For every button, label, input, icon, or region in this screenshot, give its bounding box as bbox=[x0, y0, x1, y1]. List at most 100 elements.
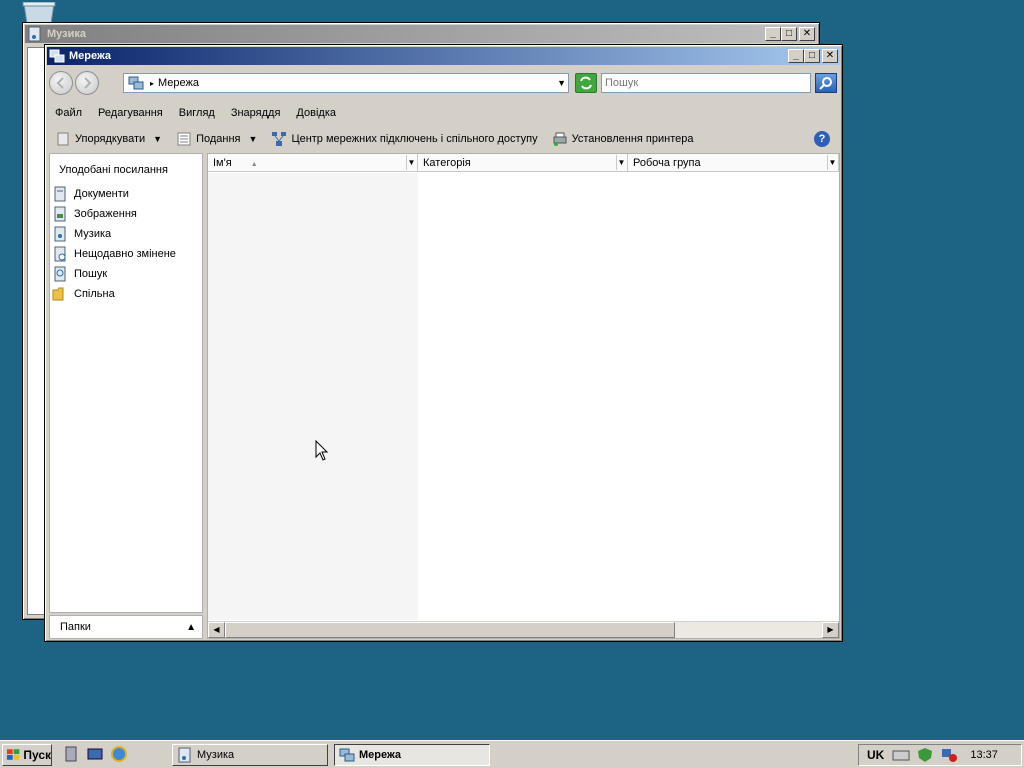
recent-icon bbox=[54, 246, 66, 262]
network-window[interactable]: Мережа _ □ ✕ ▸ Мережа ▼ Пошук Файл Редаг… bbox=[44, 44, 843, 642]
forward-button[interactable] bbox=[75, 71, 99, 95]
refresh-icon bbox=[580, 76, 592, 90]
music-maximize-button[interactable]: □ bbox=[781, 27, 797, 41]
network-minimize-button[interactable]: _ bbox=[788, 49, 804, 63]
views-icon bbox=[177, 132, 191, 146]
navigation-bar: ▸ Мережа ▼ bbox=[49, 69, 838, 97]
sidebar-item-label: Нещодавно змінене bbox=[74, 248, 176, 260]
printer-icon bbox=[553, 132, 567, 146]
column-header-workgroup[interactable]: Робоча група ▼ bbox=[628, 154, 839, 172]
sidebar-item-label: Музика bbox=[74, 228, 112, 240]
column-name-label: Ім'я bbox=[213, 157, 232, 169]
column-header-name[interactable]: Ім'я ▲ ▼ bbox=[208, 154, 418, 172]
start-button[interactable]: Пуск bbox=[2, 744, 52, 766]
column-category-label: Категорія bbox=[423, 157, 471, 169]
back-button[interactable] bbox=[49, 71, 73, 95]
views-button[interactable]: Подання ▼ bbox=[176, 131, 257, 147]
search-button[interactable] bbox=[815, 73, 837, 93]
network-disconnected-icon[interactable] bbox=[940, 747, 958, 763]
sidebar-item-pictures[interactable]: Зображення bbox=[52, 204, 176, 224]
mouse-cursor-icon bbox=[315, 440, 329, 461]
menu-help[interactable]: Довідка bbox=[296, 107, 336, 119]
horizontal-scrollbar[interactable]: ◀ ▶ bbox=[208, 621, 839, 638]
views-label: Подання bbox=[196, 133, 241, 145]
network-close-button[interactable]: ✕ bbox=[822, 49, 838, 63]
network-window-title: Мережа bbox=[69, 50, 112, 62]
command-toolbar: Упорядкувати ▼ Подання ▼ Центр мережних … bbox=[49, 127, 838, 151]
taskbar-item-network[interactable]: Мережа bbox=[334, 744, 490, 766]
address-separator-icon[interactable]: ▸ bbox=[150, 79, 154, 88]
chevron-down-icon[interactable]: ▼ bbox=[827, 155, 837, 170]
sidebar-item-search[interactable]: Пошук bbox=[52, 264, 176, 284]
sidebar-item-music[interactable]: Музика bbox=[52, 224, 176, 244]
column-workgroup-label: Робоча група bbox=[633, 157, 701, 169]
system-tray: UK 13:37 bbox=[858, 744, 1022, 766]
help-icon[interactable]: ? bbox=[814, 131, 830, 147]
chevron-down-icon[interactable]: ▼ bbox=[616, 155, 626, 170]
music-window-title: Музика bbox=[47, 28, 86, 40]
network-icon bbox=[339, 748, 355, 762]
address-dropdown-icon[interactable]: ▼ bbox=[557, 78, 566, 88]
chevron-down-icon[interactable]: ▼ bbox=[406, 155, 416, 170]
forward-arrow-icon bbox=[84, 77, 92, 89]
language-indicator[interactable]: UK bbox=[867, 748, 884, 762]
network-icon bbox=[128, 76, 144, 90]
organize-label: Упорядкувати bbox=[75, 133, 146, 145]
menu-edit[interactable]: Редагування bbox=[98, 107, 163, 119]
quick-launch bbox=[62, 745, 128, 763]
network-center-button[interactable]: Центр мережних підключень і спільного до… bbox=[271, 131, 538, 147]
chevron-up-icon: ▲ bbox=[186, 622, 196, 633]
add-printer-button[interactable]: Установлення принтера bbox=[552, 131, 694, 147]
scrollbar-thumb[interactable] bbox=[225, 622, 675, 638]
sidebar-item-label: Пошук bbox=[74, 268, 108, 280]
navigation-pane: Уподобані посилання Документи Зображення… bbox=[49, 153, 203, 613]
music-close-button[interactable]: ✕ bbox=[799, 27, 815, 41]
address-bar[interactable]: ▸ Мережа ▼ bbox=[123, 73, 569, 93]
sorted-column-highlight bbox=[208, 173, 418, 620]
start-label: Пуск bbox=[23, 748, 51, 762]
add-printer-label: Установлення принтера bbox=[571, 133, 694, 145]
recycle-bin-icon[interactable] bbox=[20, 2, 58, 24]
taskbar: Пуск Музика Мережа UK 13:37 bbox=[0, 740, 1024, 768]
music-minimize-button[interactable]: _ bbox=[765, 27, 781, 41]
favorite-links-title: Уподобані посилання bbox=[59, 164, 168, 176]
back-arrow-icon bbox=[56, 77, 64, 89]
search-input[interactable] bbox=[601, 73, 811, 93]
column-headers: Ім'я ▲ ▼ Категорія ▼ Робоча група ▼ bbox=[208, 154, 839, 172]
menu-tools[interactable]: Знаряддя bbox=[231, 107, 281, 119]
sort-ascending-icon: ▲ bbox=[250, 161, 258, 168]
scroll-right-button[interactable]: ▶ bbox=[822, 622, 839, 638]
keyboard-icon[interactable] bbox=[892, 747, 910, 763]
search-icon bbox=[54, 266, 66, 282]
pictures-icon bbox=[54, 206, 66, 222]
sidebar-item-documents[interactable]: Документи bbox=[52, 184, 176, 204]
music-icon bbox=[54, 226, 66, 242]
chevron-down-icon: ▼ bbox=[248, 134, 258, 144]
server-manager-icon[interactable] bbox=[62, 745, 80, 763]
network-maximize-button[interactable]: □ bbox=[804, 49, 820, 63]
column-header-category[interactable]: Категорія ▼ bbox=[418, 154, 628, 172]
security-shield-icon[interactable] bbox=[916, 747, 934, 763]
organize-button[interactable]: Упорядкувати ▼ bbox=[55, 131, 162, 147]
folders-toggle[interactable]: Папки ▲ bbox=[49, 615, 203, 639]
address-path[interactable]: Мережа bbox=[158, 77, 199, 89]
sidebar-item-label: Зображення bbox=[74, 208, 137, 220]
refresh-button[interactable] bbox=[575, 73, 597, 93]
taskbar-item-music[interactable]: Музика bbox=[172, 744, 328, 766]
menu-bar: Файл Редагування Вигляд Знаряддя Довідка bbox=[49, 103, 838, 123]
show-desktop-icon[interactable] bbox=[86, 745, 104, 763]
sidebar-item-recent[interactable]: Нещодавно змінене bbox=[52, 244, 176, 264]
network-titlebar[interactable]: Мережа _ □ ✕ bbox=[47, 47, 840, 65]
internet-explorer-icon[interactable] bbox=[110, 745, 128, 763]
menu-view[interactable]: Вигляд bbox=[179, 107, 215, 119]
scroll-left-button[interactable]: ◀ bbox=[208, 622, 225, 638]
windows-logo-icon bbox=[6, 749, 20, 760]
music-titlebar[interactable]: Музика _ □ ✕ bbox=[25, 25, 817, 43]
sidebar-item-shared[interactable]: Спільна bbox=[52, 284, 176, 304]
clock[interactable]: 13:37 bbox=[970, 749, 998, 761]
folder-icon bbox=[52, 287, 64, 301]
menu-file[interactable]: Файл bbox=[55, 107, 82, 119]
file-list[interactable]: Ім'я ▲ ▼ Категорія ▼ Робоча група ▼ ◀ ▶ bbox=[207, 153, 840, 639]
network-icon bbox=[49, 49, 65, 63]
taskbar-item-label: Музика bbox=[197, 749, 235, 761]
